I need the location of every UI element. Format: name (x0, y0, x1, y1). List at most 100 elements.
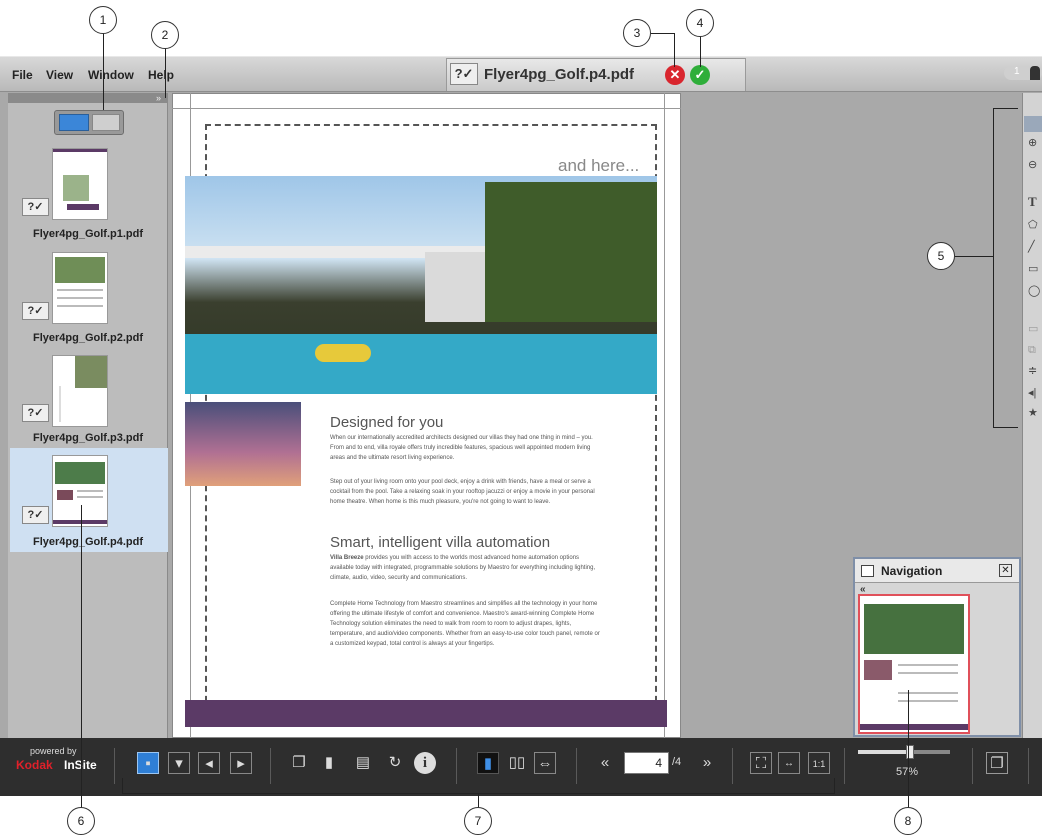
actual-size-icon[interactable]: 1:1 (808, 752, 830, 774)
rectangle-tool-icon[interactable]: ▭ (1028, 262, 1038, 275)
callout-7: 7 (464, 807, 492, 835)
zoom-in-icon[interactable]: ⊕ (1028, 136, 1037, 149)
view-toggle[interactable] (54, 110, 124, 135)
stacked-pages-icon[interactable]: ❐ (288, 752, 310, 774)
flyer-paragraph-3-lead: Villa Breeze (330, 555, 364, 561)
bleed-guide-top (172, 108, 681, 109)
toolbar-separator (114, 748, 115, 784)
page-number-input[interactable]: 4 (624, 752, 669, 774)
fit-spread-icon[interactable]: ⇔ (534, 752, 556, 774)
flyer-paragraph-3-body: provides you with access to the worlds m… (330, 555, 596, 581)
menu-help[interactable]: Help (148, 68, 174, 82)
callout-6-leader (81, 505, 82, 809)
callout-2-leader (165, 48, 166, 98)
panel-header-strip (8, 93, 168, 103)
shape-tool-icon[interactable]: ⬠ (1028, 218, 1038, 231)
kodak-logo: Kodak (16, 758, 53, 772)
ellipse-tool-icon[interactable]: ◯ (1028, 284, 1040, 297)
line-tool-icon[interactable]: ╱ (1028, 240, 1035, 253)
move-left-icon[interactable]: ◂ (198, 752, 220, 774)
refresh-icon[interactable]: ↻ (384, 752, 406, 774)
toolbar-separator (972, 748, 973, 784)
page-thumbnail-2[interactable] (52, 252, 108, 324)
callout-5-bracket (993, 427, 1018, 428)
document-status-mark[interactable]: ?✓ (450, 63, 478, 85)
fit-page-icon[interactable]: ⛶ (750, 752, 772, 774)
callout-5-leader (955, 256, 993, 257)
text-tool-icon[interactable]: T (1028, 194, 1037, 210)
rewind-icon[interactable]: « (594, 752, 616, 774)
flyer-footer-band (185, 700, 667, 727)
collapse-panel-icon[interactable]: » (156, 93, 161, 103)
copy-tool-icon[interactable]: ⧉ (1028, 344, 1036, 357)
split-tool-icon[interactable]: ◂| (1028, 386, 1036, 399)
page-thumbnail-4[interactable] (52, 455, 108, 527)
align-tool-icon[interactable]: ≑ (1028, 364, 1037, 377)
previous-page-arrow-icon[interactable]: ▾ (168, 752, 190, 774)
spread-view-icon[interactable]: ▯▯ (506, 752, 528, 774)
close-icon[interactable]: ✕ (999, 564, 1012, 577)
flyer-paragraph-2: Step out of your living room onto your p… (330, 479, 595, 505)
callout-5-bracket (993, 108, 994, 428)
page-total: /4 (672, 756, 682, 768)
list-view-icon[interactable] (59, 114, 89, 131)
toolbar-separator (456, 748, 457, 784)
single-page-view-icon[interactable]: ▮ (477, 752, 499, 774)
zoom-slider[interactable] (858, 750, 950, 754)
document-title: Flyer4pg_Golf.p4.pdf (484, 66, 635, 83)
menu-view[interactable]: View (46, 68, 73, 82)
page-2-label[interactable]: Flyer4pg_Golf.p2.pdf (10, 332, 166, 344)
page-info-icon[interactable]: ▮ (318, 752, 340, 774)
page-2-status-mark[interactable]: ?✓ (22, 302, 49, 320)
star-tool-icon[interactable]: ★ (1028, 406, 1038, 419)
page-1-status-mark[interactable]: ?✓ (22, 198, 49, 216)
callout-1-leader (103, 32, 104, 110)
callout-8-leader (908, 690, 909, 809)
callout-7-bracket (834, 778, 835, 794)
info-icon[interactable]: i (414, 752, 436, 774)
move-right-icon[interactable]: ▸ (230, 752, 252, 774)
page-4-label[interactable]: Flyer4pg_Golf.p4.pdf (10, 536, 166, 548)
user-badge: 1 (1014, 66, 1020, 77)
menu-window[interactable]: Window (88, 68, 134, 82)
sunset-photo (185, 402, 301, 486)
page-3-label[interactable]: Flyer4pg_Golf.p3.pdf (10, 432, 166, 444)
zoom-out-icon[interactable]: ⊖ (1028, 158, 1037, 171)
zoom-slider-fill (858, 750, 910, 754)
callout-5: 5 (927, 242, 955, 270)
user-icon (1030, 66, 1040, 80)
comments-icon[interactable]: ▤ (352, 752, 374, 774)
flyer-paragraph-3: Villa Breeze provides you with access to… (330, 553, 600, 583)
fit-width-icon[interactable]: ↔ (778, 752, 800, 774)
menu-file[interactable]: File (12, 68, 33, 82)
fast-forward-icon[interactable]: » (696, 752, 718, 774)
flyer-tagline: and here... (558, 156, 640, 175)
page-4-status-mark[interactable]: ?✓ (22, 506, 49, 524)
page-1-label[interactable]: Flyer4pg_Golf.p1.pdf (10, 228, 166, 240)
measure-tool-icon[interactable]: ▭ (1028, 322, 1038, 335)
flyer-paragraph-4: Complete Home Technology from Maestro st… (330, 601, 600, 647)
page-thumbnail-3[interactable] (52, 355, 108, 427)
bleed-guide-right (664, 93, 665, 738)
hand-tool-icon[interactable] (1024, 116, 1042, 132)
toolbar-separator (732, 748, 733, 784)
page-thumbnail-1[interactable] (52, 148, 108, 220)
page-list-view-icon[interactable]: ▪ (137, 752, 159, 774)
full-screen-icon[interactable]: ❐ (986, 752, 1008, 774)
hero-photo (185, 176, 657, 394)
navigation-viewport[interactable] (858, 594, 970, 734)
flyer-heading-2: Smart, intelligent villa automation (330, 534, 551, 551)
callout-3-leader (651, 33, 674, 34)
approve-button[interactable]: ✓ (690, 65, 710, 85)
callout-4-leader (700, 33, 701, 67)
callout-4: 4 (686, 9, 714, 37)
toolbar-separator (1028, 748, 1029, 784)
thumbnail-view-icon[interactable] (92, 114, 120, 131)
navigation-window-icon (861, 565, 874, 577)
toolbar-separator (844, 748, 845, 784)
reject-button[interactable]: ✕ (665, 65, 685, 85)
powered-by-label: powered by (30, 746, 77, 756)
user-indicator[interactable]: 1 (1004, 66, 1042, 80)
callout-8: 8 (894, 807, 922, 835)
page-3-status-mark[interactable]: ?✓ (22, 404, 49, 422)
